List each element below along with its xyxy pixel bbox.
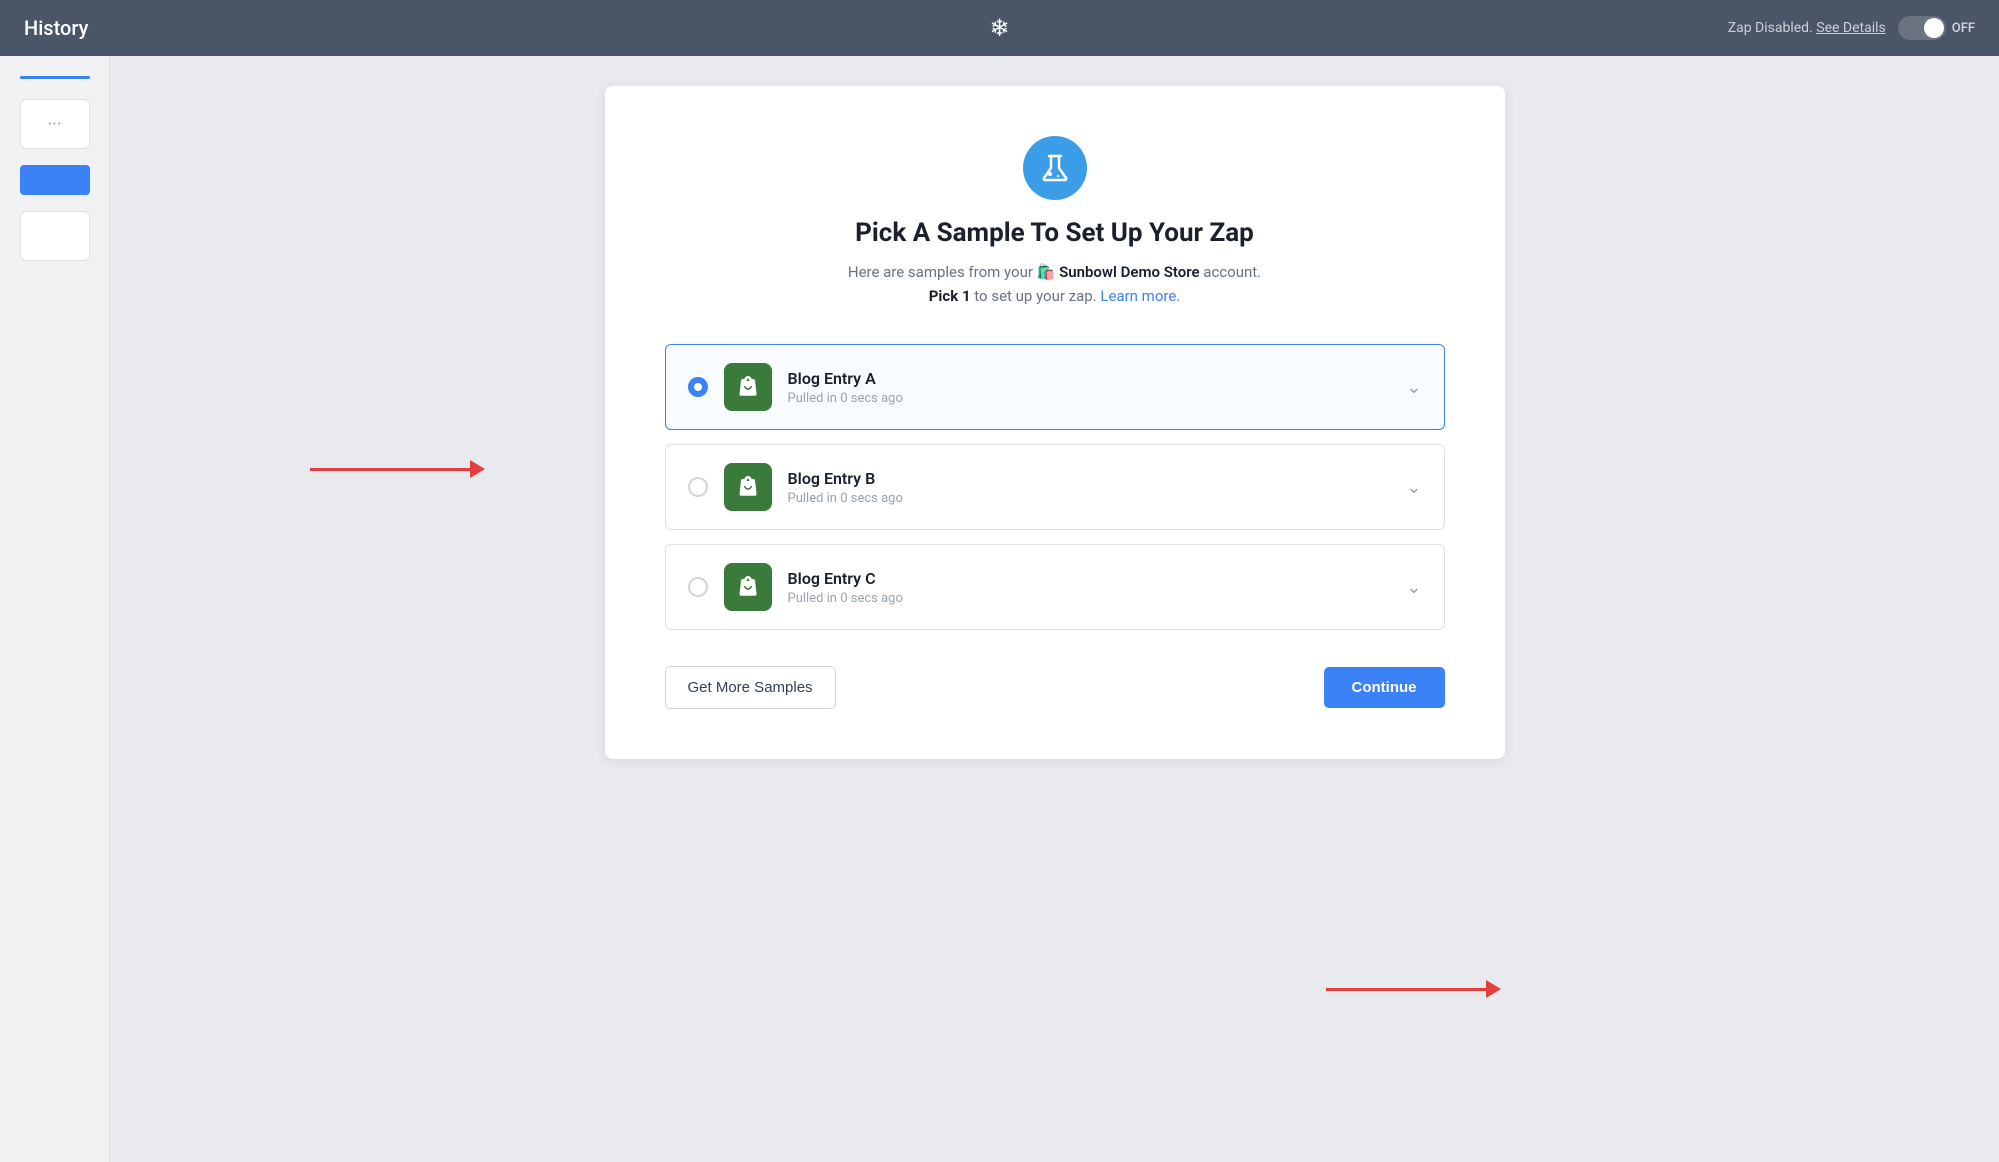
arrow-head-right bbox=[1486, 980, 1501, 998]
modal-header: Pick A Sample To Set Up Your Zap Here ar… bbox=[665, 136, 1445, 308]
radio-btn-c[interactable] bbox=[688, 577, 708, 597]
radio-btn-a[interactable] bbox=[688, 377, 708, 397]
modal-title: Pick A Sample To Set Up Your Zap bbox=[855, 218, 1254, 248]
sidebar-blue-card bbox=[20, 165, 90, 195]
modal-footer: Get More Samples Continue bbox=[665, 666, 1445, 709]
modal-card: Pick A Sample To Set Up Your Zap Here ar… bbox=[605, 86, 1505, 759]
pick-suffix: to set up your zap. bbox=[974, 287, 1096, 305]
flask-icon-circle bbox=[1023, 136, 1087, 200]
arrow-line-right bbox=[1326, 988, 1486, 991]
radio-btn-b[interactable] bbox=[688, 477, 708, 497]
top-bar-right: Zap Disabled. See Details OFF bbox=[1728, 16, 1975, 40]
sample-item-b[interactable]: Blog Entry B Pulled in 0 secs ago ⌄ bbox=[665, 444, 1445, 530]
sidebar-menu-card[interactable]: ··· bbox=[20, 99, 90, 149]
sample-item-c[interactable]: Blog Entry C Pulled in 0 secs ago ⌄ bbox=[665, 544, 1445, 630]
sample-item-a[interactable]: Blog Entry A Pulled in 0 secs ago ⌄ bbox=[665, 344, 1445, 430]
subtitle-prefix: Here are samples from your bbox=[848, 263, 1033, 281]
sample-meta-a: Pulled in 0 secs ago bbox=[788, 391, 1391, 406]
toggle-knob bbox=[1924, 18, 1944, 38]
sample-name-a: Blog Entry A bbox=[788, 369, 1391, 388]
shopify-icon-c bbox=[724, 563, 772, 611]
learn-more-link[interactable]: Learn more. bbox=[1100, 287, 1180, 305]
shopify-icon-a bbox=[724, 363, 772, 411]
sample-meta-c: Pulled in 0 secs ago bbox=[788, 591, 1391, 606]
toggle-container[interactable]: OFF bbox=[1898, 16, 1975, 40]
zap-status-text: Zap Disabled. See Details bbox=[1728, 20, 1886, 36]
toggle-label: OFF bbox=[1952, 21, 1975, 36]
sidebar-empty-card bbox=[20, 211, 90, 261]
shopify-svg-a bbox=[733, 372, 763, 402]
snowflake-icon: ❄ bbox=[989, 14, 1009, 42]
sample-info-b: Blog Entry B Pulled in 0 secs ago bbox=[788, 469, 1391, 506]
sample-name-b: Blog Entry B bbox=[788, 469, 1391, 488]
flask-svg-icon bbox=[1039, 152, 1071, 184]
modal-subtitle: Here are samples from your 🛍️ Sunbowl De… bbox=[848, 260, 1261, 308]
top-bar: History ❄ Zap Disabled. See Details OFF bbox=[0, 0, 1999, 56]
sample-meta-b: Pulled in 0 secs ago bbox=[788, 491, 1391, 506]
pick-label: Pick 1 bbox=[929, 287, 971, 305]
zap-toggle[interactable] bbox=[1898, 16, 1946, 40]
main-content: Pick A Sample To Set Up Your Zap Here ar… bbox=[110, 56, 1999, 1162]
arrow-head-left bbox=[470, 460, 485, 478]
chevron-down-c[interactable]: ⌄ bbox=[1406, 577, 1421, 598]
sample-info-a: Blog Entry A Pulled in 0 secs ago bbox=[788, 369, 1391, 406]
sample-info-c: Blog Entry C Pulled in 0 secs ago bbox=[788, 569, 1391, 606]
chevron-down-a[interactable]: ⌄ bbox=[1406, 377, 1421, 398]
store-emoji: 🛍️ bbox=[1037, 263, 1059, 281]
continue-button[interactable]: Continue bbox=[1324, 667, 1445, 708]
get-more-samples-button[interactable]: Get More Samples bbox=[665, 666, 836, 709]
history-label[interactable]: History bbox=[24, 16, 88, 40]
red-arrow-right bbox=[1326, 980, 1501, 998]
sidebar-blue-bar bbox=[20, 76, 90, 79]
subtitle-suffix: account. bbox=[1203, 263, 1261, 281]
store-name: Sunbowl Demo Store bbox=[1059, 263, 1199, 281]
sample-name-c: Blog Entry C bbox=[788, 569, 1391, 588]
shopify-svg-c bbox=[733, 572, 763, 602]
samples-list: Blog Entry A Pulled in 0 secs ago ⌄ Blog… bbox=[665, 344, 1445, 630]
shopify-icon-b bbox=[724, 463, 772, 511]
top-bar-center-icon: ❄ bbox=[989, 14, 1009, 42]
sidebar: ··· bbox=[0, 56, 110, 1162]
arrow-line-left bbox=[310, 468, 470, 471]
ellipsis-icon: ··· bbox=[47, 114, 61, 135]
red-arrow-left bbox=[310, 460, 485, 478]
chevron-down-b[interactable]: ⌄ bbox=[1406, 477, 1421, 498]
shopify-svg-b bbox=[733, 472, 763, 502]
see-details-link[interactable]: See Details bbox=[1816, 20, 1885, 36]
